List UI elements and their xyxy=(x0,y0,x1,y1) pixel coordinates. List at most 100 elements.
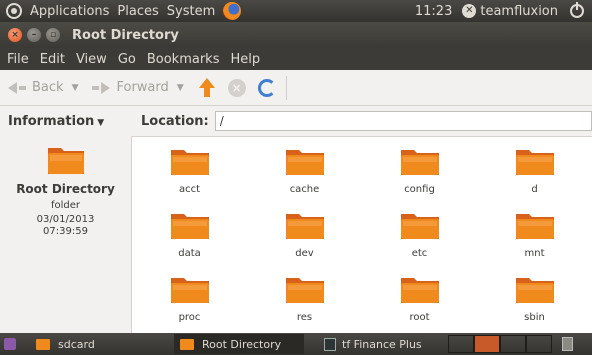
folder-name: sbin xyxy=(524,312,545,323)
toolbar-separator xyxy=(285,75,287,100)
folder-name: d xyxy=(531,184,538,195)
folder-item-data[interactable]: data xyxy=(132,211,247,261)
folder-item-res[interactable]: res xyxy=(247,275,362,325)
back-label: Back xyxy=(32,80,64,95)
workspace-1[interactable] xyxy=(448,335,474,353)
show-desktop-icon[interactable] xyxy=(4,338,16,350)
folder-icon xyxy=(400,275,440,305)
folder-item-sbin[interactable]: sbin xyxy=(477,275,592,325)
folder-name: cache xyxy=(289,184,320,195)
task-sdcard[interactable]: sdcard xyxy=(30,334,160,354)
places-menu[interactable]: Places xyxy=(117,4,158,19)
top-panel: Applications Places System 11:23 ✕ teamf… xyxy=(0,0,592,22)
chevron-down-icon: ▼ xyxy=(97,118,105,128)
folder-icon xyxy=(170,211,210,241)
folder-name: res xyxy=(296,312,313,323)
folder-grid: acct cache config d data dev etc mnt pro… xyxy=(132,147,592,325)
system-menu[interactable]: System xyxy=(167,4,215,19)
trash-icon[interactable] xyxy=(562,337,573,351)
folder-item-cache[interactable]: cache xyxy=(247,147,362,197)
minimize-window-button[interactable]: – xyxy=(27,28,41,42)
folder-name: config xyxy=(404,184,435,195)
window-title: Root Directory xyxy=(72,27,179,43)
applications-menu[interactable]: Applications xyxy=(30,4,109,19)
forward-dropdown-icon[interactable]: ▼ xyxy=(177,83,184,93)
location-bar: Location: xyxy=(131,106,592,136)
menu-go[interactable]: Go xyxy=(118,52,136,67)
folder-icon xyxy=(180,338,194,350)
username[interactable]: teamfluxion xyxy=(480,4,558,19)
menu-bookmarks[interactable]: Bookmarks xyxy=(147,52,220,67)
folder-item-acct[interactable]: acct xyxy=(132,147,247,197)
folder-item-proc[interactable]: proc xyxy=(132,275,247,325)
folder-item-root[interactable]: root xyxy=(362,275,477,325)
folder-icon xyxy=(285,211,325,241)
menu-help[interactable]: Help xyxy=(230,52,260,67)
info-time: 07:39:59 xyxy=(43,226,88,237)
folder-name: data xyxy=(178,248,201,259)
power-icon[interactable] xyxy=(570,2,584,18)
folder-name: etc xyxy=(411,248,428,259)
task-finance-plus[interactable]: tf Finance Plus xyxy=(318,334,448,354)
folder-icon xyxy=(400,211,440,241)
task-label: Root Directory xyxy=(202,337,282,351)
icon-view[interactable]: acct cache config d data dev etc mnt pro… xyxy=(131,136,592,333)
folder-icon xyxy=(285,147,325,177)
forward-button[interactable]: Forward ▼ xyxy=(92,80,184,95)
folder-icon xyxy=(515,211,555,241)
folder-icon xyxy=(170,275,210,305)
back-arrow-icon xyxy=(8,81,17,94)
menu-edit[interactable]: Edit xyxy=(40,52,65,67)
menu-file[interactable]: File xyxy=(7,52,29,67)
location-label: Location: xyxy=(141,113,209,129)
task-label: sdcard xyxy=(58,337,95,351)
maximize-window-button[interactable]: ▫ xyxy=(46,28,60,42)
info-folder-name: Root Directory xyxy=(16,182,115,196)
menubar: File Edit View Go Bookmarks Help xyxy=(0,48,592,70)
clock[interactable]: 11:23 xyxy=(415,4,452,19)
up-arrow-icon[interactable] xyxy=(198,77,216,98)
ubuntu-logo-icon[interactable] xyxy=(6,3,22,19)
folder-icon xyxy=(36,338,50,350)
information-sidebar: Information ▼ Root Directory folder 03/01… xyxy=(0,106,131,333)
stop-icon[interactable]: × xyxy=(227,78,246,97)
folder-item-d[interactable]: d xyxy=(477,147,592,197)
task-root-directory[interactable]: Root Directory xyxy=(174,334,304,354)
info-date: 03/01/2013 xyxy=(36,214,95,225)
folder-icon xyxy=(515,147,555,177)
workspace-3[interactable] xyxy=(500,335,526,353)
sidebar-header-label: Information xyxy=(8,114,95,129)
folder-item-config[interactable]: config xyxy=(362,147,477,197)
folder-name: dev xyxy=(295,248,314,259)
bottom-taskbar: sdcard Root Directory tf Finance Plus xyxy=(0,333,592,355)
folder-icon xyxy=(170,147,210,177)
folder-name: root xyxy=(409,312,430,323)
toolbar: Back ▼ Forward ▼ × xyxy=(0,70,592,106)
firefox-icon[interactable] xyxy=(223,2,242,20)
terminal-icon xyxy=(324,337,336,351)
folder-icon xyxy=(400,147,440,177)
folder-item-mnt[interactable]: mnt xyxy=(477,211,592,261)
folder-name: proc xyxy=(178,312,201,323)
forward-arrow-icon xyxy=(101,81,111,94)
menu-view[interactable]: View xyxy=(76,52,107,67)
window-titlebar[interactable]: × – ▫ Root Directory xyxy=(0,22,592,48)
task-label: tf Finance Plus xyxy=(342,337,422,351)
forward-label: Forward xyxy=(116,80,169,95)
sidebar-header[interactable]: Information ▼ xyxy=(8,114,104,129)
workspace-4[interactable] xyxy=(526,335,552,353)
folder-icon xyxy=(46,144,86,176)
back-dropdown-icon[interactable]: ▼ xyxy=(72,83,79,93)
reload-icon[interactable] xyxy=(257,78,276,97)
location-input[interactable] xyxy=(214,111,592,131)
folder-item-dev[interactable]: dev xyxy=(247,211,362,261)
back-button[interactable]: Back ▼ xyxy=(8,80,78,95)
folder-item-etc[interactable]: etc xyxy=(362,211,477,261)
workspace-2[interactable] xyxy=(474,335,500,353)
user-status-icon[interactable]: ✕ xyxy=(462,4,477,18)
info-type: folder xyxy=(50,200,81,211)
close-window-button[interactable]: × xyxy=(8,28,22,42)
folder-icon xyxy=(285,275,325,305)
folder-name: acct xyxy=(178,184,201,195)
folder-icon xyxy=(515,275,555,305)
